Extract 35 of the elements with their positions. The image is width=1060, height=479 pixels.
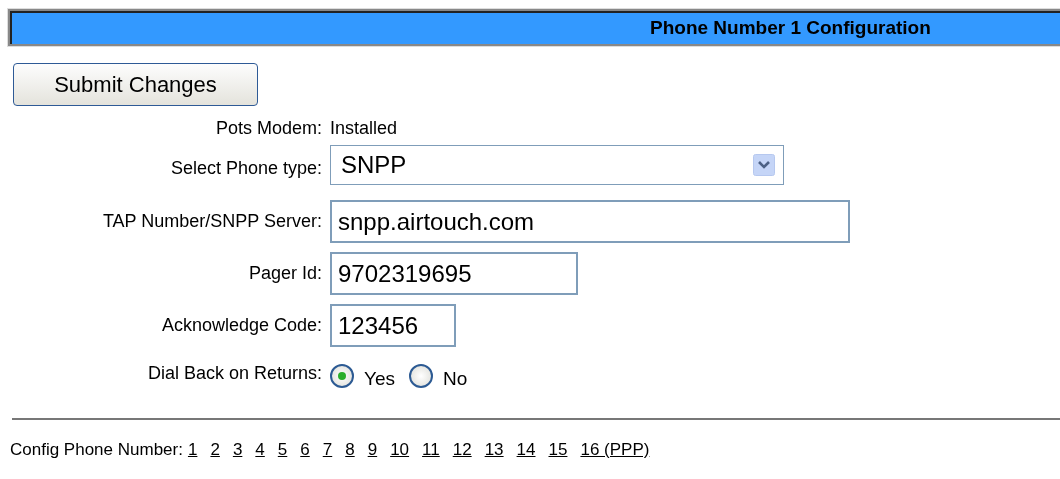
field-label: Acknowledge Code:	[160, 315, 323, 336]
field-label: Dial Back on Returns:	[146, 362, 323, 384]
phone-number-link[interactable]: 1	[187, 440, 198, 460]
phone-number-link[interactable]: 11	[422, 440, 440, 460]
status-text: Installed	[330, 118, 398, 139]
phone-number-link[interactable]: 2	[210, 440, 220, 460]
page-title: Phone Number 1 Configuration	[650, 16, 931, 39]
phone-number-link[interactable]: 7	[322, 440, 333, 460]
field-label: TAP Number/SNPP Server:	[101, 211, 323, 232]
phone-number-link[interactable]: 14	[516, 440, 536, 460]
radio-button[interactable]	[330, 364, 354, 388]
phone-number-link[interactable]: 13	[484, 440, 504, 460]
option-label: Yes	[364, 368, 395, 390]
phone-number-link[interactable]: 8	[345, 440, 355, 460]
phone-type-dropdown[interactable]: SNPP	[330, 145, 784, 185]
phone-number-link[interactable]: 9	[367, 440, 378, 460]
phone-number-link[interactable]: 16 (PPP)	[580, 440, 650, 460]
field-label: Pots Modem:	[214, 118, 323, 139]
phone-number-link[interactable]: 4	[255, 440, 265, 460]
phone-number-link[interactable]: 5	[277, 440, 288, 460]
input-field[interactable]: snpp.airtouch.com	[330, 200, 850, 243]
chevron-down-icon	[753, 154, 775, 176]
field-label: Pager Id:	[247, 263, 323, 284]
phone-number-link[interactable]: 6	[300, 440, 310, 460]
input-field[interactable]: 123456	[330, 304, 456, 347]
phone-number-link[interactable]: 15	[548, 440, 568, 460]
field-label: Select Phone type:	[169, 157, 323, 179]
input-field[interactable]: 9702319695	[330, 252, 578, 295]
phone-number-link[interactable]: 3	[232, 440, 243, 460]
option-label: No	[443, 368, 468, 390]
phone-number-link[interactable]: 12	[452, 440, 472, 460]
footer-label: Config Phone Number:	[10, 440, 183, 460]
submit-button[interactable]: Submit Changes	[13, 63, 258, 106]
phone-number-link[interactable]: 10	[390, 440, 410, 460]
radio-button[interactable]	[409, 364, 433, 388]
